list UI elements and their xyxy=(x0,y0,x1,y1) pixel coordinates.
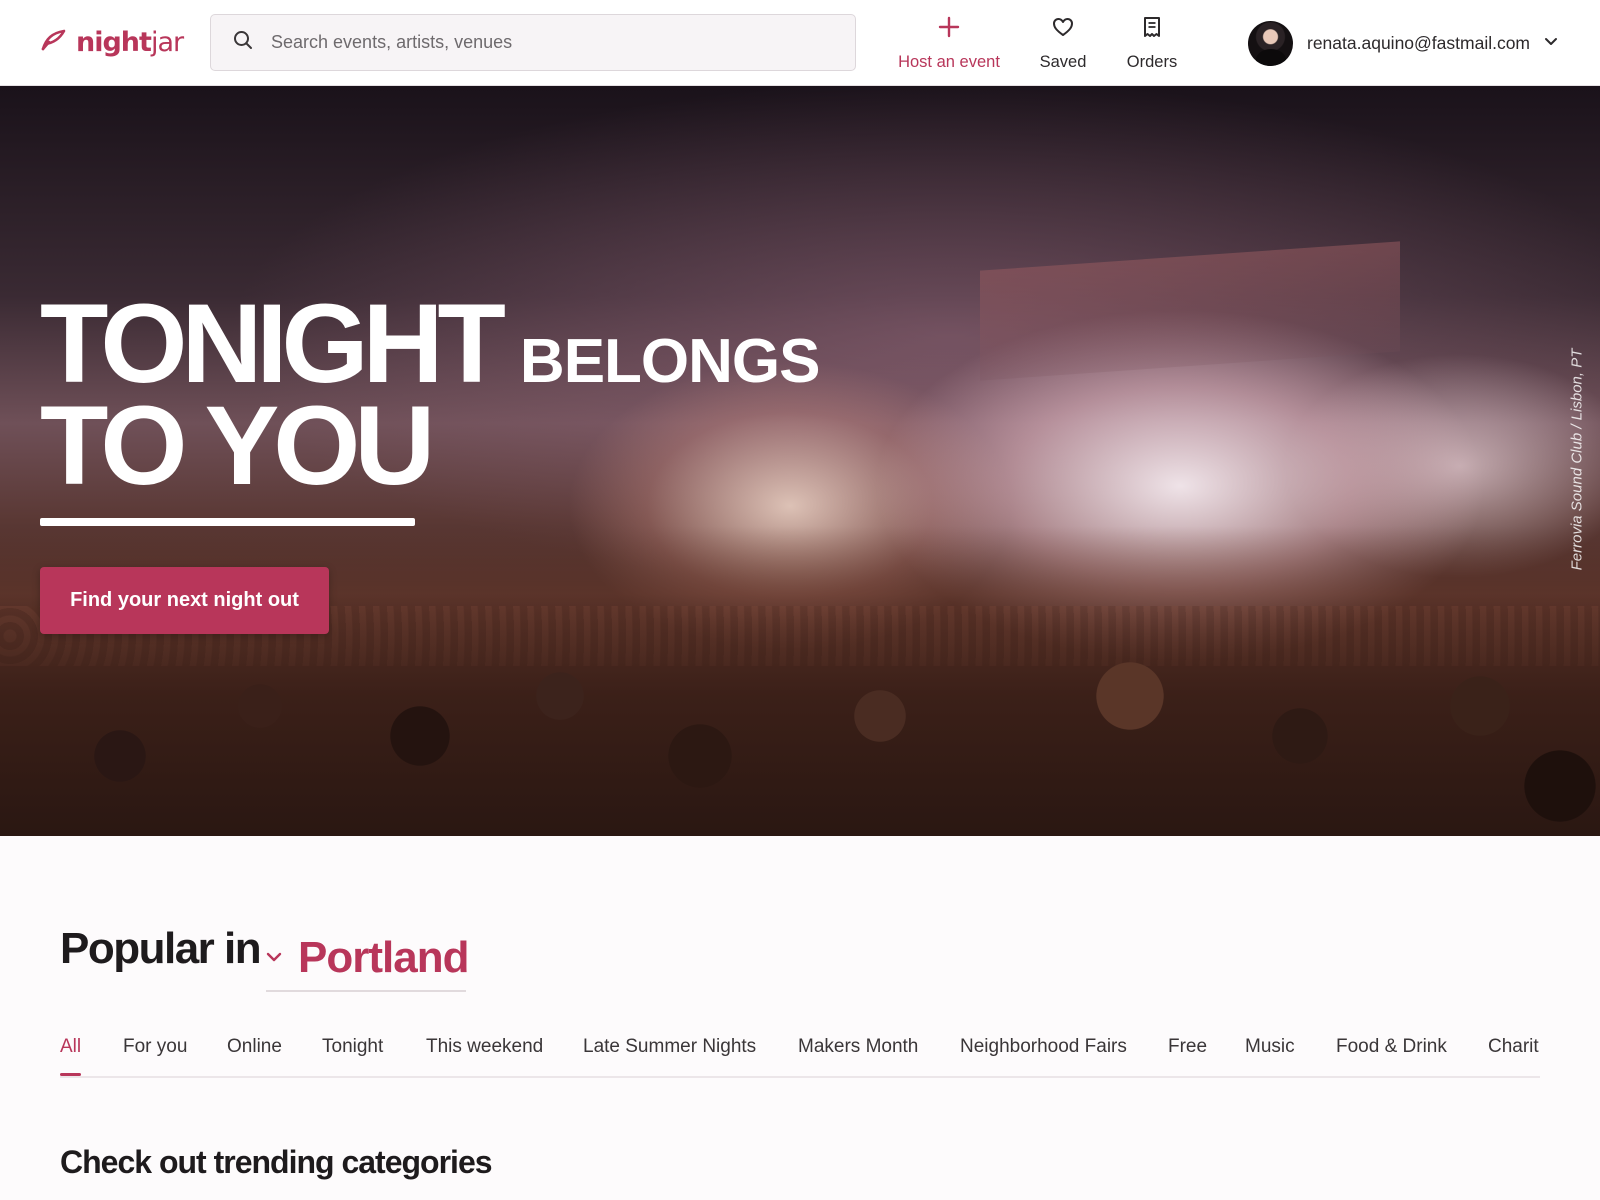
hero-headline: TONIGHT BELONGS TO YOU xyxy=(40,281,821,508)
tab-tonight[interactable]: Tonight xyxy=(322,1036,383,1076)
tab-for-you[interactable]: For you xyxy=(123,1036,187,1076)
plus-icon xyxy=(938,14,960,40)
chevron-down-icon xyxy=(266,949,282,967)
find-night-out-button[interactable]: Find your next night out xyxy=(40,567,329,634)
tab-online[interactable]: Online xyxy=(227,1036,282,1076)
tab-free[interactable]: Free xyxy=(1168,1036,1207,1076)
tab-late-summer-nights[interactable]: Late Summer Nights xyxy=(583,1036,756,1076)
hero-stage-graphic xyxy=(980,241,1400,381)
photo-credit-text: Ferrovia Sound Club / Lisbon, PT xyxy=(1568,348,1586,570)
saved-button[interactable]: Saved xyxy=(1035,14,1091,72)
tab-all[interactable]: All xyxy=(60,1036,82,1076)
top-header: nightjar Host an event Saved xyxy=(0,0,1600,86)
avatar[interactable] xyxy=(1248,20,1293,66)
hero-underline xyxy=(40,518,415,526)
account-menu[interactable]: renata.aquino@fastmail.com xyxy=(1248,20,1558,66)
account-email: renata.aquino@fastmail.com xyxy=(1307,32,1531,53)
host-event-button[interactable]: Host an event xyxy=(893,14,1005,72)
receipt-icon xyxy=(1143,14,1161,40)
host-event-label: Host an event xyxy=(898,53,1000,71)
chevron-down-icon[interactable] xyxy=(1544,34,1558,52)
saved-label: Saved xyxy=(1039,53,1087,71)
nightjar-logo[interactable]: nightjar xyxy=(40,22,184,62)
tab-music[interactable]: Music xyxy=(1245,1036,1295,1076)
brand-name-light: jar xyxy=(150,26,184,58)
tab-food-drink[interactable]: Food & Drink xyxy=(1336,1036,1447,1076)
tab-charity[interactable]: Charit xyxy=(1488,1036,1539,1076)
tab-makers-month[interactable]: Makers Month xyxy=(798,1036,918,1076)
hero-headline-tonight: TONIGHT xyxy=(40,281,506,406)
city-selector[interactable]: Portland xyxy=(266,926,469,992)
hero-headline-line-2: TO YOU xyxy=(40,383,435,508)
search-input[interactable] xyxy=(271,32,831,53)
hero-headline-line-1: TONIGHT BELONGS xyxy=(40,281,821,406)
category-tabs: All For you Online Tonight This weekend … xyxy=(60,1028,1540,1078)
selected-city: Portland xyxy=(298,933,469,982)
brand-name-bold: night xyxy=(76,26,152,58)
orders-button[interactable]: Orders xyxy=(1123,14,1181,72)
search-bar[interactable] xyxy=(210,14,856,71)
orders-label: Orders xyxy=(1126,53,1178,71)
hero-banner: TONIGHT BELONGS TO YOU Find your next ni… xyxy=(0,86,1600,836)
popular-heading: Popular in xyxy=(60,924,262,973)
feather-icon xyxy=(40,29,66,56)
tab-this-weekend[interactable]: This weekend xyxy=(426,1036,543,1076)
search-icon xyxy=(233,30,253,55)
brand-name: nightjar xyxy=(76,26,184,58)
photo-credit: Ferrovia Sound Club / Lisbon, PT xyxy=(1567,331,1587,587)
trending-heading: Check out trending categories xyxy=(60,1144,493,1180)
heart-icon xyxy=(1052,14,1074,40)
tab-neighborhood-fairs[interactable]: Neighborhood Fairs xyxy=(960,1036,1127,1076)
hero-headline-belongs: BELONGS xyxy=(519,327,821,396)
